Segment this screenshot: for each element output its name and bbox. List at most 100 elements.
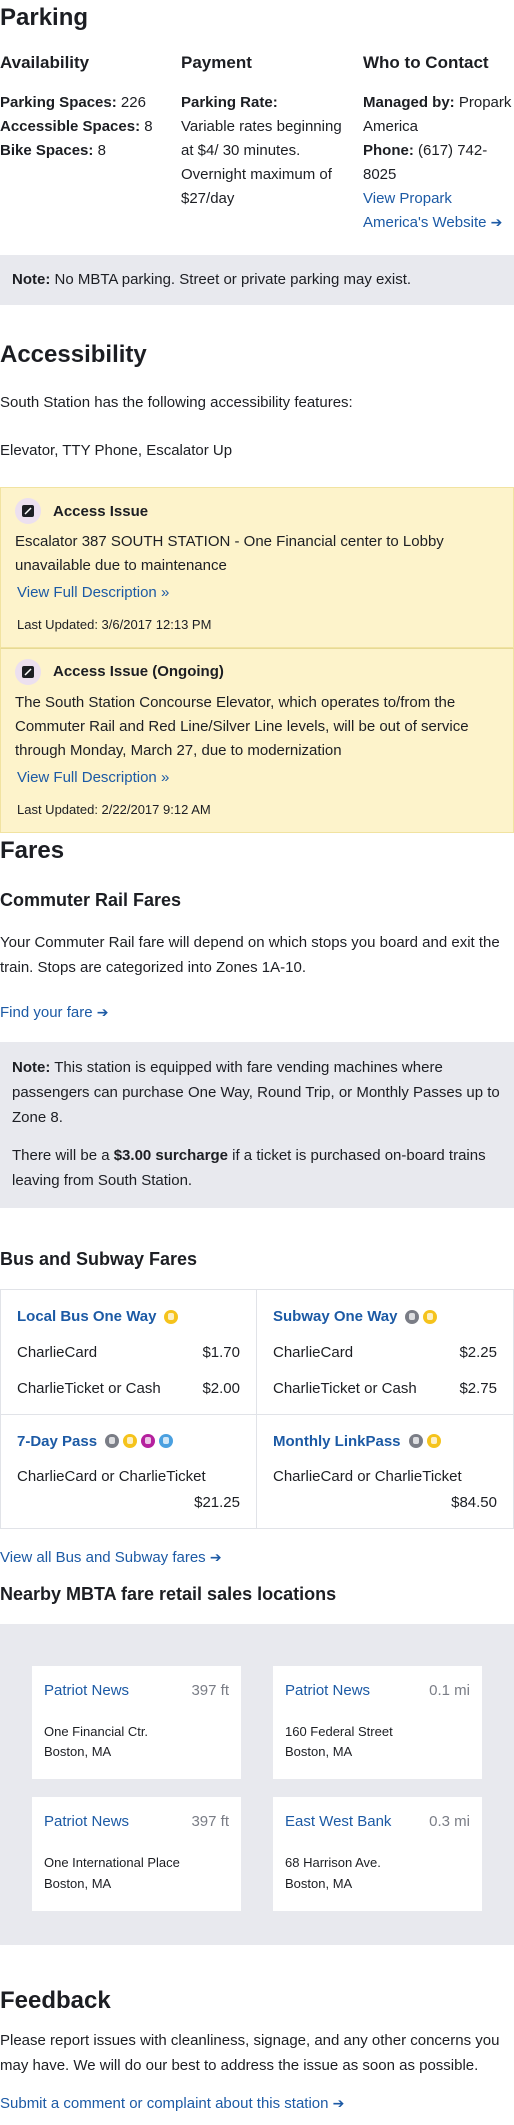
7-day-pass-link[interactable]: 7-Day Pass — [17, 1431, 97, 1453]
availability-column: Availability Parking Spaces: 226 Accessi… — [0, 51, 181, 236]
retail-city: Boston, MA — [285, 1744, 353, 1760]
accessibility-features: Elevator, TTY Phone, Escalator Up — [0, 441, 233, 459]
bike-spaces: Bike Spaces: 8 — [0, 142, 106, 160]
surcharge-note: There will be a $3.00 surcharge if a tic… — [12, 1147, 486, 1190]
retail-title: Nearby MBTA fare retail sales locations — [0, 1583, 337, 1604]
retail-section: Nearby MBTA fare retail sales locations … — [0, 1583, 514, 1945]
phone: Phone: (617) 742-8025 — [363, 142, 488, 184]
alert-icon — [15, 498, 41, 525]
accessibility-section: Accessibility South Station has the foll… — [0, 341, 514, 833]
fare-label: CharlieCard or CharlieTicket — [273, 1468, 462, 1486]
arrow-right-icon: ➔ — [490, 214, 503, 231]
retail-street: 160 Federal Street — [285, 1723, 393, 1739]
accessibility-intro: South Station has the following accessib… — [0, 393, 353, 411]
fare-vending-note: Note: This station is equipped with fare… — [12, 1059, 500, 1126]
retail-name-link[interactable]: Patriot News — [44, 1811, 129, 1833]
retail-distance: 397 ft — [191, 1813, 229, 1831]
retail-card: Patriot News 0.1 mi 160 Federal Street B… — [273, 1665, 482, 1780]
fare-price: $2.00 — [202, 1379, 240, 1397]
retail-name-link[interactable]: East West Bank — [285, 1811, 391, 1833]
retail-city: Boston, MA — [44, 1744, 112, 1760]
fare-label: CharlieCard — [273, 1344, 354, 1361]
fare-card-7-day-pass: 7-Day Pass CharlieCard or CharlieTicket … — [1, 1414, 257, 1528]
arrow-right-icon: ➔ — [96, 1004, 109, 1021]
alert-updated: Last Updated: 3/6/2017 12:13 PM — [17, 617, 212, 633]
feedback-section: Feedback Please report issues with clean… — [0, 1987, 514, 2125]
retail-name-link[interactable]: Patriot News — [44, 1680, 129, 1702]
subway-icon — [408, 1434, 423, 1449]
view-all-bus-subway-fares-link[interactable]: View all Bus and Subway fares ➔ — [0, 1547, 514, 1569]
alert-updated: Last Updated: 2/22/2017 9:12 AM — [17, 801, 211, 817]
contact-heading: Who to Contact — [363, 52, 489, 72]
retail-card: Patriot News 397 ft One International Pl… — [32, 1797, 241, 1911]
parking-title: Parking — [0, 4, 89, 31]
fare-grid: Local Bus One Way CharlieCard $1.70 Charl… — [0, 1289, 514, 1529]
parking-columns: Availability Parking Spaces: 226 Accessi… — [0, 51, 514, 236]
parking-note: Note: No MBTA parking. Street or private… — [0, 255, 514, 306]
bus-icon — [423, 1310, 438, 1325]
commuter-rail-fares-title: Commuter Rail Fares — [0, 890, 182, 911]
arrow-right-icon: ➔ — [332, 2094, 345, 2111]
fare-price: $2.25 — [459, 1344, 497, 1361]
accessibility-title: Accessibility — [0, 341, 147, 369]
commuter-rail-icon — [141, 1434, 156, 1449]
retail-card: East West Bank 0.3 mi 68 Harrison Ave. B… — [273, 1797, 482, 1911]
subway-one-way-link[interactable]: Subway One Way — [273, 1306, 397, 1328]
accessible-spaces: Accessible Spaces: 8 — [0, 118, 153, 136]
retail-distance: 0.1 mi — [429, 1681, 470, 1699]
access-alert: Access Issue Escalator 387 SOUTH STATION… — [0, 487, 514, 649]
retail-locations: Patriot News 397 ft One Financial Ctr. B… — [0, 1623, 514, 1945]
bus-icon — [426, 1434, 441, 1449]
arrow-right-icon: ➔ — [209, 1548, 222, 1565]
payment-heading: Payment — [181, 52, 252, 72]
retail-distance: 0.3 mi — [429, 1813, 470, 1831]
ferry-icon — [159, 1434, 174, 1449]
find-your-fare-link[interactable]: Find your fare ➔ — [0, 1002, 514, 1024]
payment-column: Payment Parking Rate: Variable rates begi… — [181, 51, 363, 236]
retail-street: 68 Harrison Ave. — [285, 1854, 381, 1870]
fare-price: $1.70 — [202, 1344, 240, 1361]
alert-body: The South Station Concourse Elevator, wh… — [15, 694, 469, 760]
bus-icon — [164, 1310, 179, 1325]
view-full-description-link[interactable]: View Full Description » — [17, 767, 501, 789]
bus-subway-fares-title: Bus and Subway Fares — [0, 1248, 198, 1269]
bus-icon — [123, 1434, 138, 1449]
managed-by: Managed by: Propark America — [363, 94, 512, 136]
fare-label: CharlieCard or CharlieTicket — [17, 1468, 206, 1486]
subway-icon — [105, 1434, 120, 1449]
access-alert: Access Issue (Ongoing) The South Station… — [0, 648, 514, 833]
contact-column: Who to Contact Managed by: Propark Ameri… — [363, 51, 514, 236]
fare-card-monthly-linkpass: Monthly LinkPass CharlieCard or CharlieT… — [257, 1415, 513, 1528]
feedback-title: Feedback — [0, 1986, 111, 2014]
fare-label: CharlieTicket or Cash — [273, 1379, 417, 1397]
availability-heading: Availability — [0, 52, 90, 72]
retail-city: Boston, MA — [285, 1875, 353, 1891]
retail-street: One International Place — [44, 1854, 180, 1870]
view-full-description-link[interactable]: View Full Description » — [17, 582, 501, 604]
alert-icon — [15, 659, 41, 686]
parking-section: Parking Availability Parking Spaces: 226… — [0, 0, 514, 306]
propark-website-link[interactable]: View Propark America's Website ➔ — [363, 190, 502, 231]
fare-label: CharlieTicket or Cash — [17, 1379, 161, 1397]
retail-card: Patriot News 397 ft One Financial Ctr. B… — [32, 1665, 241, 1780]
submit-comment-link[interactable]: Submit a comment or complaint about this… — [0, 2093, 514, 2125]
fare-card-local-bus: Local Bus One Way CharlieCard $1.70 Charl… — [1, 1290, 257, 1415]
alert-body: Escalator 387 SOUTH STATION - One Financ… — [15, 533, 444, 575]
retail-name-link[interactable]: Patriot News — [285, 1680, 370, 1702]
fare-label: CharlieCard — [17, 1344, 98, 1361]
fare-card-subway: Subway One Way CharlieCard $2.25 CharlieT… — [257, 1290, 513, 1415]
fares-title: Fares — [0, 836, 65, 864]
alert-title: Access Issue — [53, 502, 149, 520]
monthly-linkpass-link[interactable]: Monthly LinkPass — [273, 1431, 401, 1453]
fare-price: $2.75 — [459, 1379, 497, 1397]
parking-spaces: Parking Spaces: 226 — [0, 94, 146, 112]
retail-city: Boston, MA — [44, 1875, 112, 1891]
local-bus-one-way-link[interactable]: Local Bus One Way — [17, 1306, 156, 1328]
retail-distance: 397 ft — [191, 1681, 229, 1699]
fare-note: Note: This station is equipped with fare… — [0, 1042, 514, 1208]
fare-price: $84.50 — [451, 1494, 497, 1511]
parking-rate: Parking Rate: Variable rates beginning at… — [181, 94, 342, 208]
retail-street: One Financial Ctr. — [44, 1723, 149, 1739]
feedback-text: Please report issues with cleanliness, s… — [0, 2032, 500, 2075]
subway-icon — [405, 1310, 420, 1325]
